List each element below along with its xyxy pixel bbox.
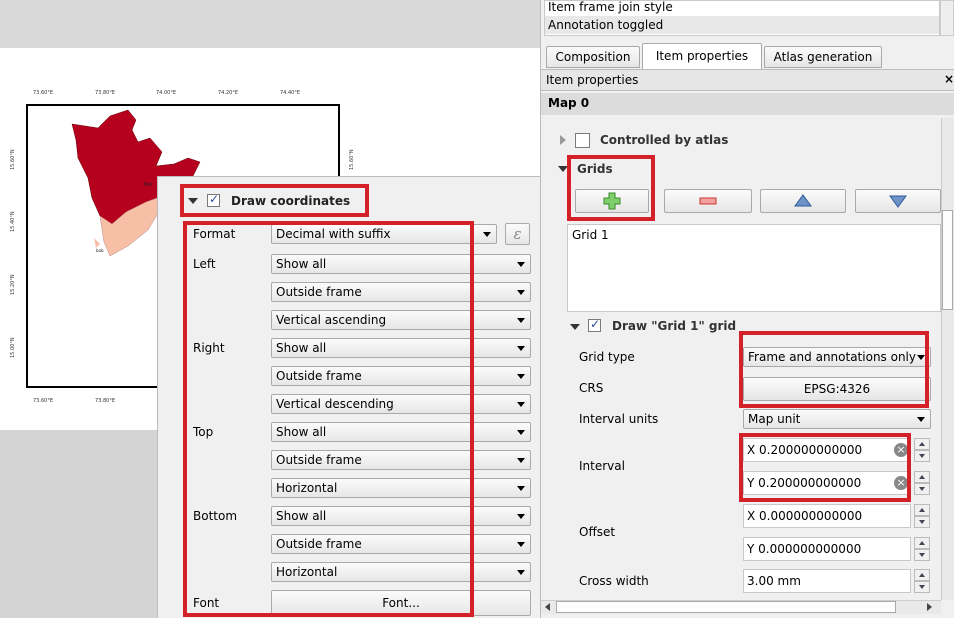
draw-grid-checkbox[interactable]: [588, 317, 601, 332]
tick-top-2: 73.80°E: [95, 90, 115, 96]
interval-units-select[interactable]: Map unit: [743, 409, 931, 429]
offset-x-spinner[interactable]: [914, 504, 930, 528]
history-item[interactable]: Annotation toggled: [548, 18, 663, 32]
scroll-right-icon[interactable]: [927, 603, 932, 611]
controlled-by-atlas-label: Controlled by atlas: [600, 133, 729, 147]
move-grid-down-button[interactable]: [855, 189, 941, 213]
grid-list-item[interactable]: Grid 1: [572, 228, 609, 242]
hscrollbar-thumb[interactable]: [556, 601, 896, 613]
tick-top-5: 74.40°E: [280, 90, 300, 96]
highlight-grid-type-crs: [739, 331, 929, 408]
controlled-by-atlas-checkbox[interactable]: [575, 133, 590, 148]
interval-units-label: Interval units: [579, 412, 659, 426]
draw-grid-label: Draw "Grid 1" grid: [612, 319, 737, 333]
remove-grid-button[interactable]: [664, 189, 752, 213]
scroll-left-icon[interactable]: [545, 603, 550, 611]
tab-atlas-generation[interactable]: Atlas generation: [764, 46, 882, 68]
tick-left-3: 15.20°N: [10, 274, 16, 295]
crs-label: CRS: [579, 381, 604, 395]
draw-grid-collapse-icon[interactable]: [570, 324, 580, 330]
history-item[interactable]: Item frame join style: [548, 0, 673, 14]
offset-x-field[interactable]: X 0.000000000000: [743, 504, 911, 528]
scrollbar-thumb[interactable]: [942, 210, 953, 310]
offset-y-field[interactable]: Y 0.000000000000: [743, 537, 911, 561]
arrow-down-icon: [889, 195, 907, 208]
highlight-grids: [567, 155, 655, 221]
arrow-up-icon: [794, 194, 812, 207]
tick-left-4: 15.00°N: [10, 337, 16, 358]
expression-button[interactable]: ε: [505, 223, 530, 245]
tab-item-properties[interactable]: Item properties: [642, 43, 762, 69]
tick-right-1: 15.60°N: [349, 149, 355, 170]
expand-arrow-icon[interactable]: [560, 135, 566, 145]
tick-left-1: 15.60°N: [10, 149, 16, 170]
history-scrollbar[interactable]: [940, 0, 954, 36]
tick-left-2: 15.40°N: [10, 211, 16, 232]
close-icon[interactable]: ×: [944, 72, 954, 86]
tick-top-4: 74.20°E: [218, 90, 238, 96]
tick-bottom-1: 73.60°E: [33, 398, 53, 404]
map-title-bar: [541, 93, 954, 115]
svg-text:bab: bab: [96, 248, 104, 253]
tick-top-3: 74.00°E: [156, 90, 176, 96]
item-properties-title: Item properties: [546, 73, 639, 87]
cross-width-label: Cross width: [579, 574, 649, 588]
highlight-interval: [739, 433, 911, 502]
move-grid-up-button[interactable]: [760, 189, 846, 213]
offset-label: Offset: [579, 525, 616, 539]
minus-icon: [699, 197, 717, 205]
svg-text:Nor: Nor: [144, 182, 154, 188]
tick-top-1: 73.60°E: [33, 90, 53, 96]
cross-width-spinner[interactable]: [914, 569, 930, 593]
highlight-coordinate-settings: [183, 221, 474, 617]
map-title: Map 0: [548, 96, 590, 110]
interval-y-spinner[interactable]: [914, 471, 930, 495]
vertical-scrollbar[interactable]: [941, 118, 954, 600]
interval-label: Interval: [579, 459, 625, 473]
tab-composition[interactable]: Composition: [546, 46, 640, 68]
cross-width-field[interactable]: 3.00 mm: [743, 569, 911, 593]
grid-list[interactable]: [567, 224, 941, 312]
offset-y-spinner[interactable]: [914, 537, 930, 561]
highlight-draw-coordinates: [180, 184, 369, 217]
tick-bottom-2: 73.80°E: [95, 398, 115, 404]
interval-x-spinner[interactable]: [914, 438, 930, 462]
grid-type-label: Grid type: [579, 350, 635, 364]
